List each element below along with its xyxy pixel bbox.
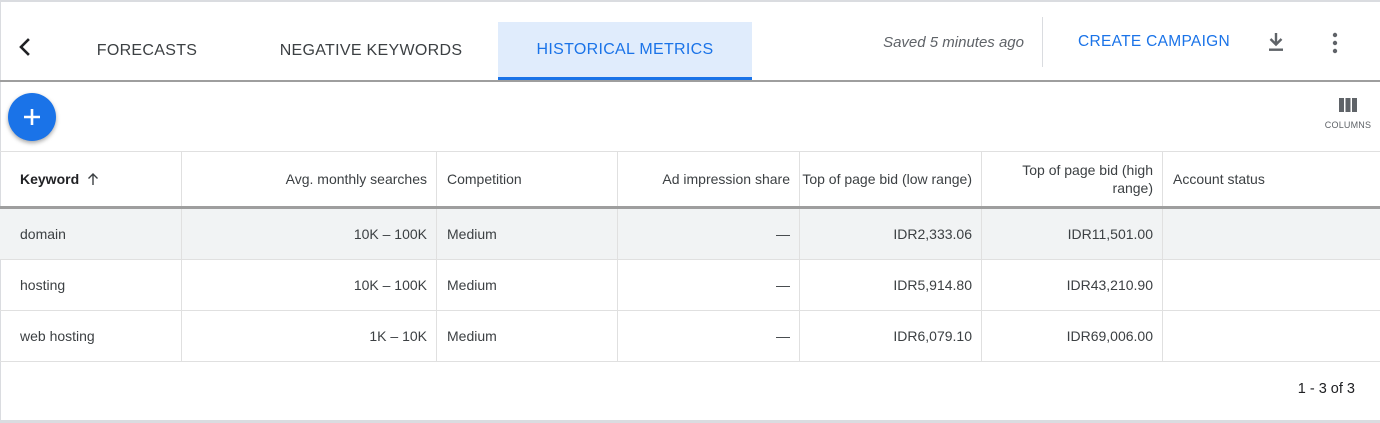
impression-share-cell: — bbox=[618, 209, 800, 259]
download-button[interactable] bbox=[1264, 30, 1288, 54]
account-status-cell bbox=[1163, 311, 1380, 361]
header-ad-impression-share[interactable]: Ad impression share bbox=[618, 152, 800, 206]
table-row[interactable]: domain 10K – 100K Medium — IDR2,333.06 I… bbox=[0, 209, 1380, 260]
saved-status: Saved 5 minutes ago bbox=[883, 34, 1024, 51]
header-divider bbox=[1042, 17, 1043, 67]
bid-low-cell: IDR5,914.80 bbox=[800, 260, 982, 310]
columns-label: COLUMNS bbox=[1324, 120, 1372, 130]
download-icon bbox=[1269, 33, 1283, 51]
searches-cell: 10K – 100K bbox=[182, 209, 437, 259]
bid-high-cell: IDR43,210.90 bbox=[982, 260, 1163, 310]
plus-icon bbox=[24, 109, 40, 125]
pagination-status: 1 - 3 of 3 bbox=[1297, 381, 1355, 397]
table-row[interactable]: hosting 10K – 100K Medium — IDR5,914.80 … bbox=[0, 260, 1380, 311]
tab-forecasts[interactable]: FORECASTS bbox=[72, 22, 222, 80]
searches-cell: 10K – 100K bbox=[182, 260, 437, 310]
bid-high-cell: IDR11,501.00 bbox=[982, 209, 1163, 259]
add-keyword-button[interactable] bbox=[8, 93, 56, 141]
impression-share-cell: — bbox=[618, 260, 800, 310]
tab-historical-metrics[interactable]: HISTORICAL METRICS bbox=[498, 22, 752, 80]
table-header: Keyword Avg. monthly searches Competitio… bbox=[0, 151, 1380, 209]
bid-high-cell: IDR69,006.00 bbox=[982, 311, 1163, 361]
header-keyword[interactable]: Keyword bbox=[0, 152, 182, 206]
table-row[interactable]: web hosting 1K – 10K Medium — IDR6,079.1… bbox=[0, 311, 1380, 362]
bid-low-cell: IDR6,079.10 bbox=[800, 311, 982, 361]
chevron-left-icon bbox=[19, 38, 30, 56]
header-keyword-label: Keyword bbox=[20, 171, 80, 187]
columns-button[interactable]: COLUMNS bbox=[1320, 97, 1376, 145]
header-account-status[interactable]: Account status bbox=[1163, 152, 1380, 206]
bid-low-cell: IDR2,333.06 bbox=[800, 209, 982, 259]
back-button[interactable] bbox=[14, 36, 36, 58]
header-top-bid-high[interactable]: Top of page bid (high range) bbox=[982, 152, 1163, 206]
keyword-cell: domain bbox=[0, 209, 182, 259]
competition-cell: Medium bbox=[437, 209, 618, 259]
searches-cell: 1K – 10K bbox=[182, 311, 437, 361]
impression-share-cell: — bbox=[618, 311, 800, 361]
account-status-cell bbox=[1163, 260, 1380, 310]
header-avg-monthly-searches[interactable]: Avg. monthly searches bbox=[182, 152, 437, 206]
header-top-bid-low[interactable]: Top of page bid (low range) bbox=[800, 152, 982, 206]
columns-icon bbox=[1339, 98, 1357, 112]
more-options-button[interactable] bbox=[1323, 30, 1347, 56]
keyword-cell: web hosting bbox=[0, 311, 182, 361]
top-bar: FORECASTS NEGATIVE KEYWORDS HISTORICAL M… bbox=[0, 0, 1380, 82]
tab-negative-keywords[interactable]: NEGATIVE KEYWORDS bbox=[260, 22, 482, 80]
arrow-up-icon bbox=[88, 173, 99, 185]
competition-cell: Medium bbox=[437, 260, 618, 310]
competition-cell: Medium bbox=[437, 311, 618, 361]
account-status-cell bbox=[1163, 209, 1380, 259]
more-vert-icon bbox=[1332, 32, 1338, 54]
header-competition[interactable]: Competition bbox=[437, 152, 618, 206]
keyword-cell: hosting bbox=[0, 260, 182, 310]
historical-metrics-table: Keyword Avg. monthly searches Competitio… bbox=[0, 151, 1380, 362]
create-campaign-button[interactable]: CREATE CAMPAIGN bbox=[1064, 24, 1244, 60]
